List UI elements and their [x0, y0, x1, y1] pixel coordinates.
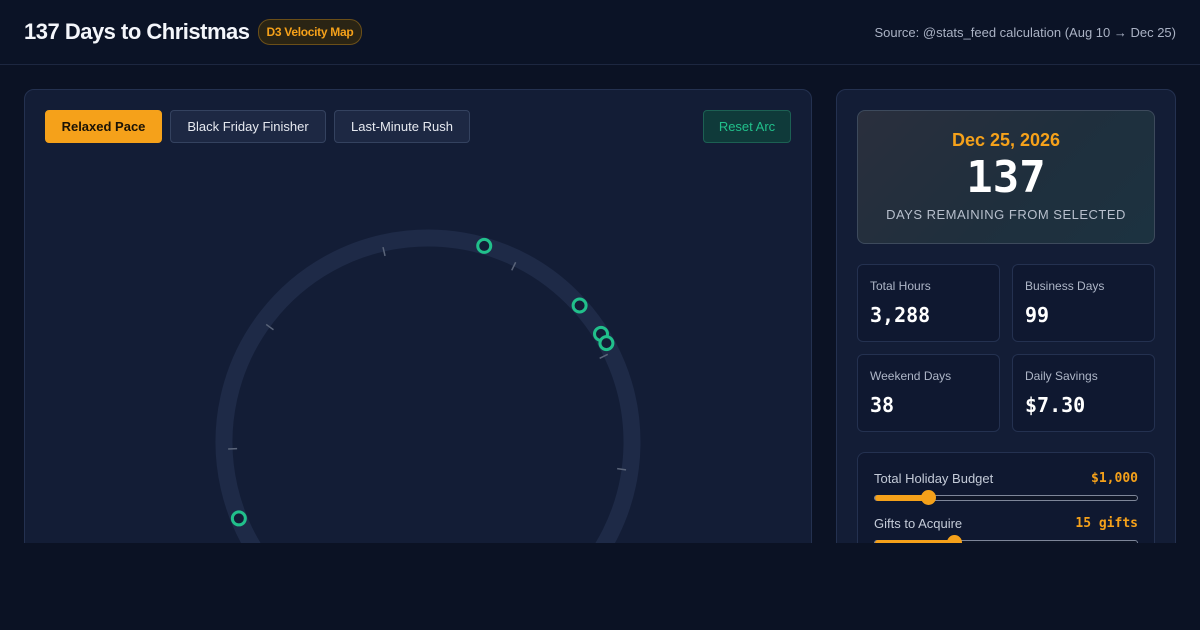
stat-business-days: Business Days 99 — [1012, 264, 1155, 342]
stat-value: 3,288 — [870, 303, 931, 327]
stat-label: Business Days — [1025, 279, 1105, 293]
arc-track — [215, 229, 641, 543]
stat-value: 38 — [870, 393, 895, 417]
app-header: 137 Days to Christmas D3 Velocity Map So… — [0, 0, 1200, 65]
countdown-hero: Dec 25, 2026 137 DAYS REMAINING FROM SEL… — [857, 110, 1155, 244]
velocity-arc-chart[interactable] — [25, 90, 813, 543]
chart-type-badge: D3 Velocity Map — [257, 19, 363, 45]
target-date: Dec 25, 2026 — [951, 130, 1061, 150]
gifts-slider-fill — [875, 540, 955, 543]
stat-label: Total Hours — [870, 279, 931, 293]
budget-slider-fill — [875, 495, 928, 501]
arc-point-marker[interactable] — [230, 510, 247, 527]
page-title: 137 Days to Christmas — [24, 19, 250, 44]
gifts-slider-thumb[interactable] — [947, 535, 963, 543]
stat-daily-savings: Daily Savings $7.30 — [1012, 354, 1155, 432]
budget-control-row: Total Holiday Budget $1,000 — [874, 471, 1138, 511]
budget-slider-thumb[interactable] — [920, 490, 936, 505]
budget-controls: Total Holiday Budget $1,000 Gifts to Acq… — [857, 452, 1155, 543]
budget-slider[interactable] — [874, 490, 1138, 505]
stat-total-hours: Total Hours 3,288 — [857, 264, 1000, 342]
budget-label: Total Holiday Budget — [874, 471, 994, 486]
summary-panel: Dec 25, 2026 137 DAYS REMAINING FROM SEL… — [836, 89, 1176, 543]
source-caption: Source: @stats_feed calculation (Aug 10 … — [874, 24, 1176, 40]
gifts-control-row: Gifts to Acquire 15 gifts — [874, 516, 1138, 543]
arc-point-marker[interactable] — [571, 297, 588, 314]
days-remaining-caption: DAYS REMAINING FROM SELECTED — [886, 207, 1126, 222]
stat-weekend-days: Weekend Days 38 — [857, 354, 1000, 432]
arc-point-marker[interactable] — [598, 335, 615, 352]
main-viewport: Relaxed Pace Black Friday Finisher Last-… — [0, 66, 1200, 543]
gifts-label: Gifts to Acquire — [874, 516, 963, 531]
stat-value: 99 — [1025, 303, 1050, 327]
gifts-slider[interactable] — [874, 535, 1138, 543]
arc-point-marker[interactable] — [476, 237, 493, 254]
stat-label: Daily Savings — [1025, 369, 1098, 383]
gifts-value: 15 gifts — [1075, 516, 1138, 531]
velocity-arc-panel: Relaxed Pace Black Friday Finisher Last-… — [24, 89, 812, 543]
stat-label: Weekend Days — [870, 369, 952, 383]
budget-value: $1,000 — [1091, 471, 1138, 486]
stat-value: $7.30 — [1025, 393, 1086, 417]
days-remaining-number: 137 — [966, 152, 1046, 203]
